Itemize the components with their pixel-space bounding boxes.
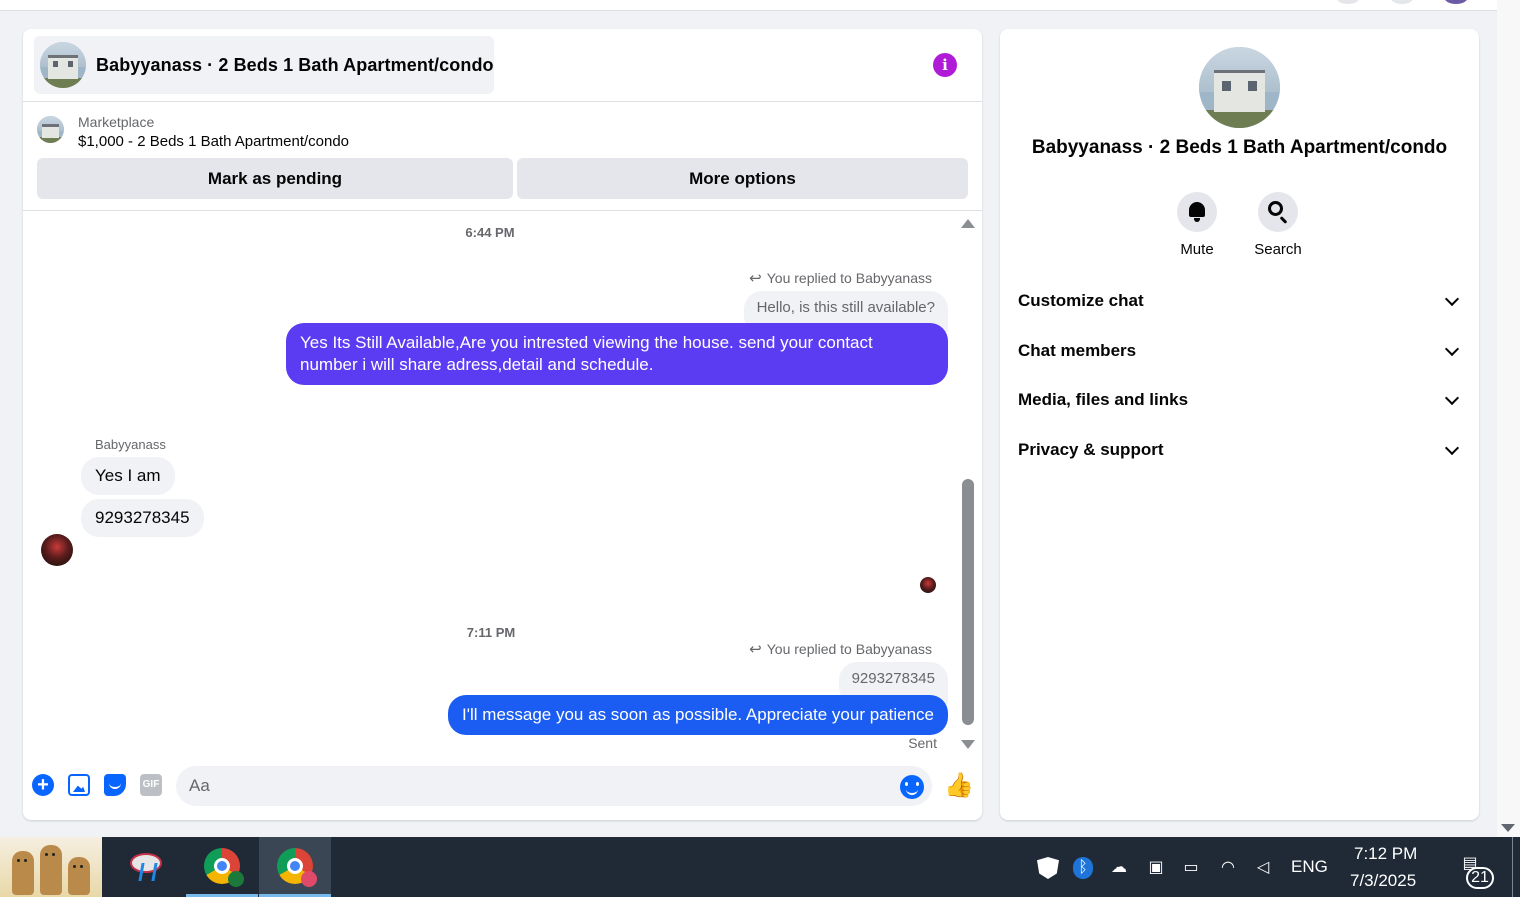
listing-avatar-large bbox=[1199, 47, 1280, 128]
search-icon bbox=[1268, 201, 1283, 216]
chevron-down-icon bbox=[1444, 440, 1460, 455]
volume-icon[interactable]: ◁ bbox=[1252, 857, 1274, 879]
taskbar-chrome-active[interactable] bbox=[259, 837, 331, 897]
message-scrollbar[interactable] bbox=[961, 219, 975, 749]
sender-name: Babyyanass bbox=[95, 437, 166, 452]
section-customize-chat[interactable]: Customize chat bbox=[1018, 286, 1463, 316]
taskbar: ᛒ ☁ ▣ ▭ ◠ ◁ ENG 7:12 PM 7/3/2025 ▤ 21 bbox=[0, 837, 1520, 897]
message-status: Sent bbox=[908, 735, 937, 751]
taskbar-chrome[interactable] bbox=[186, 837, 258, 897]
profile-badge-icon bbox=[228, 871, 244, 887]
notification-count[interactable]: 21 bbox=[1466, 867, 1494, 889]
search-label: Search bbox=[1254, 241, 1302, 258]
outgoing-message[interactable]: Yes Its Still Available,Are you intreste… bbox=[286, 323, 948, 385]
profile-icon[interactable] bbox=[1444, 0, 1468, 4]
scroll-up-icon[interactable] bbox=[961, 219, 975, 228]
reply-label: ↩ You replied to Babyyanass bbox=[749, 270, 932, 287]
gif-icon[interactable]: GIF bbox=[140, 774, 162, 796]
scroll-down-icon[interactable] bbox=[1501, 824, 1515, 832]
conversation-title: Babyyanass · 2 Beds 1 Bath Apartment/con… bbox=[1031, 137, 1448, 158]
marketplace-listing[interactable]: Marketplace $1,000 - 2 Beds 1 Bath Apart… bbox=[37, 112, 349, 152]
chat-panel: Babyyanass · 2 Beds 1 Bath Apartment/con… bbox=[23, 29, 982, 820]
message-list: 6:44 PM ↩ You replied to Babyyanass Hell… bbox=[23, 211, 982, 754]
listing-thumbnail bbox=[37, 116, 64, 143]
like-icon[interactable]: 👍 bbox=[944, 773, 974, 799]
divider bbox=[23, 101, 982, 102]
top-icon[interactable] bbox=[1390, 0, 1414, 4]
marketplace-label: Marketplace bbox=[78, 114, 155, 130]
message-input[interactable] bbox=[176, 766, 932, 806]
page-scrollbar[interactable] bbox=[1497, 0, 1520, 837]
more-options-button[interactable]: More options bbox=[517, 158, 968, 199]
onedrive-icon[interactable]: ☁ bbox=[1108, 857, 1130, 879]
info-icon[interactable]: i bbox=[933, 53, 957, 77]
section-privacy-support[interactable]: Privacy & support bbox=[1018, 435, 1463, 465]
plus-icon[interactable]: + bbox=[32, 774, 54, 796]
chevron-down-icon bbox=[1444, 341, 1460, 356]
sticker-icon[interactable] bbox=[104, 774, 126, 796]
wifi-icon[interactable]: ◠ bbox=[1217, 857, 1239, 879]
battery-icon[interactable]: ▭ bbox=[1180, 857, 1202, 879]
reply-label: ↩ You replied to Babyyanass bbox=[749, 641, 932, 658]
chat-header[interactable]: Babyyanass · 2 Beds 1 Bath Apartment/con… bbox=[34, 36, 494, 94]
read-receipt-avatar bbox=[920, 577, 936, 593]
mute-label: Mute bbox=[1180, 241, 1214, 258]
shield-icon[interactable] bbox=[1037, 857, 1059, 879]
incoming-message[interactable]: 9293278345 bbox=[81, 499, 204, 537]
listing-title: $1,000 - 2 Beds 1 Bath Apartment/condo bbox=[78, 133, 350, 150]
chevron-down-icon bbox=[1444, 390, 1460, 405]
chat-title: Babyyanass · 2 Beds 1 Bath Apartment/con… bbox=[96, 54, 494, 75]
search-button[interactable]: Search bbox=[1238, 192, 1318, 258]
section-chat-members[interactable]: Chat members bbox=[1018, 336, 1463, 366]
timestamp: 6:44 PM bbox=[465, 225, 515, 240]
sender-avatar[interactable] bbox=[41, 534, 73, 566]
bell-icon bbox=[1189, 202, 1205, 222]
reply-arrow-icon: ↩ bbox=[749, 270, 762, 287]
timestamp: 7:11 PM bbox=[466, 625, 516, 640]
listing-avatar bbox=[40, 42, 86, 88]
top-icon[interactable] bbox=[1336, 0, 1360, 4]
browser-top-bar bbox=[0, 0, 1497, 11]
mark-as-pending-button[interactable]: Mark as pending bbox=[37, 158, 513, 199]
mute-button[interactable]: Mute bbox=[1157, 192, 1237, 258]
meet-icon[interactable]: ▣ bbox=[1145, 857, 1167, 879]
clock-date[interactable]: 7/3/2025 bbox=[1350, 871, 1416, 891]
meerkat-wallpaper-icon[interactable] bbox=[0, 837, 102, 897]
snipping-tool-icon bbox=[128, 849, 162, 881]
taskbar-snipping-tool[interactable] bbox=[110, 837, 182, 897]
show-desktop[interactable] bbox=[1512, 837, 1520, 897]
clock-time[interactable]: 7:12 PM bbox=[1354, 844, 1417, 864]
reply-arrow-icon: ↩ bbox=[749, 641, 762, 658]
scroll-down-icon[interactable] bbox=[961, 740, 975, 749]
message-composer: + GIF 👍 bbox=[23, 762, 982, 810]
outgoing-message[interactable]: I'll message you as soon as possible. Ap… bbox=[448, 695, 948, 735]
language-indicator[interactable]: ENG bbox=[1291, 857, 1328, 877]
emoji-icon[interactable] bbox=[900, 775, 924, 799]
conversation-info-panel: Babyyanass · 2 Beds 1 Bath Apartment/con… bbox=[1000, 29, 1479, 820]
scroll-thumb[interactable] bbox=[962, 479, 974, 725]
chevron-down-icon bbox=[1444, 291, 1460, 306]
bluetooth-icon[interactable]: ᛒ bbox=[1073, 857, 1093, 879]
profile-badge-icon bbox=[301, 871, 317, 887]
photo-icon[interactable] bbox=[68, 774, 90, 796]
section-media-files-links[interactable]: Media, files and links bbox=[1018, 385, 1463, 415]
incoming-message[interactable]: Yes I am bbox=[81, 457, 175, 495]
